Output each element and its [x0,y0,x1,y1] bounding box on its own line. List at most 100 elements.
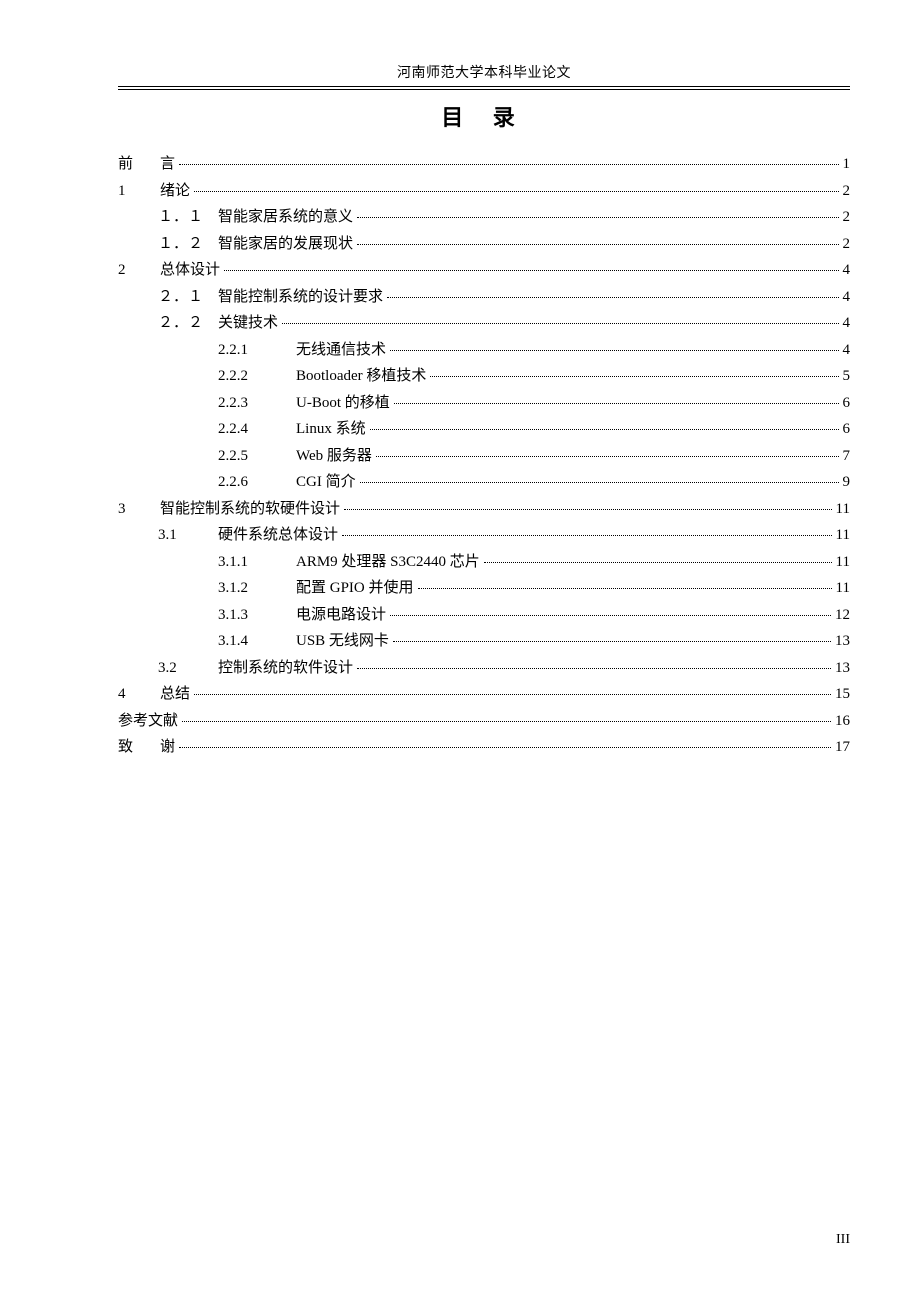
toc-entry-number: ２．１ [158,285,214,309]
toc-entry: 2.2.6CGI 简介9 [118,470,850,494]
toc-entry: 2.2.1无线通信技术 4 [118,338,850,362]
toc-entry: 致谢17 [118,735,850,759]
toc-entry-title: 谢 [156,735,175,759]
toc-leader-dots [390,615,831,616]
toc-leader-dots [282,323,838,324]
toc-entry-title: 绪论 [156,179,190,203]
toc-entry-number: 3.1 [158,523,214,547]
toc-entry-page: 4 [843,311,851,335]
toc-entry-number: 2.2.1 [218,338,292,362]
toc-entry: 4总结15 [118,682,850,706]
toc-entry: 3智能控制系统的软硬件设计11 [118,497,850,521]
toc-leader-dots [357,668,831,669]
toc-entry-number: 前 [118,152,156,176]
toc-entry: 2.2.5Web 服务器 7 [118,444,850,468]
toc-entry-page: 2 [843,205,851,229]
toc-entry-page: 4 [843,338,851,362]
toc-entry-number: 3.1.2 [218,576,292,600]
toc-entry-page: 5 [843,364,851,388]
toc-leader-dots [224,270,838,271]
toc-entry-page: 11 [836,550,850,574]
toc-entry: 1绪论 2 [118,179,850,203]
toc-entry-number: 3 [118,497,156,521]
toc-entry-title: ARM9 处理器 S3C2440 芯片 [292,550,480,574]
toc-entry-number: 2 [118,258,156,282]
toc-entry-number: 致 [118,735,156,759]
toc-entry-page: 6 [843,417,851,441]
toc-entry-page: 11 [836,523,850,547]
toc-entry: 2.2.3U-Boot 的移植6 [118,391,850,415]
toc-entry-page: 15 [835,682,850,706]
toc-entry-title: 智能家居系统的意义 [214,205,353,229]
toc-title: 目 录 [118,100,850,132]
toc-entry-number: 4 [118,682,156,706]
toc-entry-page: 7 [843,444,851,468]
toc-entry-title: 配置 GPIO 并使用 [292,576,414,600]
toc-entry-title: 关键技术 [214,311,278,335]
toc-entry-number: １．２ [158,232,214,256]
toc-entry-title: CGI 简介 [292,470,356,494]
toc-entry-number: 1 [118,179,156,203]
toc-leader-dots [194,694,831,695]
toc-entry-page: 4 [843,285,851,309]
toc-entry-number: 2.2.4 [218,417,292,441]
toc-entry: 3.1硬件系统总体设计 11 [118,523,850,547]
toc-entry-number: 参考文献 [118,709,178,733]
page-number: III [836,1232,850,1248]
toc-entry-title: 无线通信技术 [292,338,386,362]
toc-entry-page: 9 [843,470,851,494]
page-header: 河南师范大学本科毕业论文 [118,62,850,87]
toc-entry: 前言 1 [118,152,850,176]
toc-leader-dots [394,403,839,404]
toc-entry-title: 硬件系统总体设计 [214,523,338,547]
toc-list: 前言11绪论2１．１智能家居系统的意义2１．２智能家居的发展现状22总体设计4２… [118,152,850,759]
toc-entry-title: Bootloader 移植技术 [292,364,426,388]
toc-entry-page: 6 [843,391,851,415]
toc-entry-title: 电源电路设计 [292,603,386,627]
toc-entry-page: 1 [843,152,851,176]
toc-entry-title: 总体设计 [156,258,220,282]
toc-entry: 2总体设计 4 [118,258,850,282]
toc-leader-dots [370,429,839,430]
toc-entry-title: 言 [156,152,175,176]
toc-entry-title: U-Boot 的移植 [292,391,390,415]
toc-entry: 3.2控制系统的软件设计 13 [118,656,850,680]
toc-entry-title: USB 无线网卡 [292,629,389,653]
toc-entry: 3.1.3电源电路设计 12 [118,603,850,627]
toc-entry-page: 11 [836,497,850,521]
toc-entry-number: 3.2 [158,656,214,680]
toc-leader-dots [390,350,838,351]
toc-entry-number: 2.2.5 [218,444,292,468]
toc-leader-dots [360,482,839,483]
toc-entry-page: 13 [835,656,850,680]
toc-entry: 参考文献16 [118,709,850,733]
toc-entry-number: ２．２ [158,311,214,335]
toc-leader-dots [357,217,838,218]
toc-entry-number: １．１ [158,205,214,229]
toc-entry-page: 2 [843,179,851,203]
toc-leader-dots [387,297,838,298]
toc-entry-page: 2 [843,232,851,256]
toc-entry: 3.1.2配置 GPIO 并使用11 [118,576,850,600]
header-rule [118,89,850,90]
toc-entry: ２．２关键技术 4 [118,311,850,335]
toc-entry: １．１智能家居系统的意义 2 [118,205,850,229]
toc-entry-title: 智能家居的发展现状 [214,232,353,256]
toc-leader-dots [344,509,832,510]
toc-entry: 2.2.4Linux 系统6 [118,417,850,441]
toc-entry: 2.2.2Bootloader 移植技术5 [118,364,850,388]
toc-entry-page: 12 [835,603,850,627]
toc-leader-dots [418,588,832,589]
toc-entry-page: 13 [835,629,850,653]
toc-leader-dots [179,164,838,165]
toc-entry-title: 控制系统的软件设计 [214,656,353,680]
toc-entry: 3.1.1ARM9 处理器 S3C2440 芯片11 [118,550,850,574]
toc-entry-title: Web 服务器 [292,444,372,468]
toc-entry-number: 3.1.3 [218,603,292,627]
toc-entry-page: 4 [843,258,851,282]
toc-leader-dots [376,456,839,457]
toc-entry: １．２智能家居的发展现状 2 [118,232,850,256]
toc-entry-title: 智能控制系统的设计要求 [214,285,383,309]
toc-leader-dots [393,641,831,642]
toc-entry: 3.1.4USB 无线网卡13 [118,629,850,653]
